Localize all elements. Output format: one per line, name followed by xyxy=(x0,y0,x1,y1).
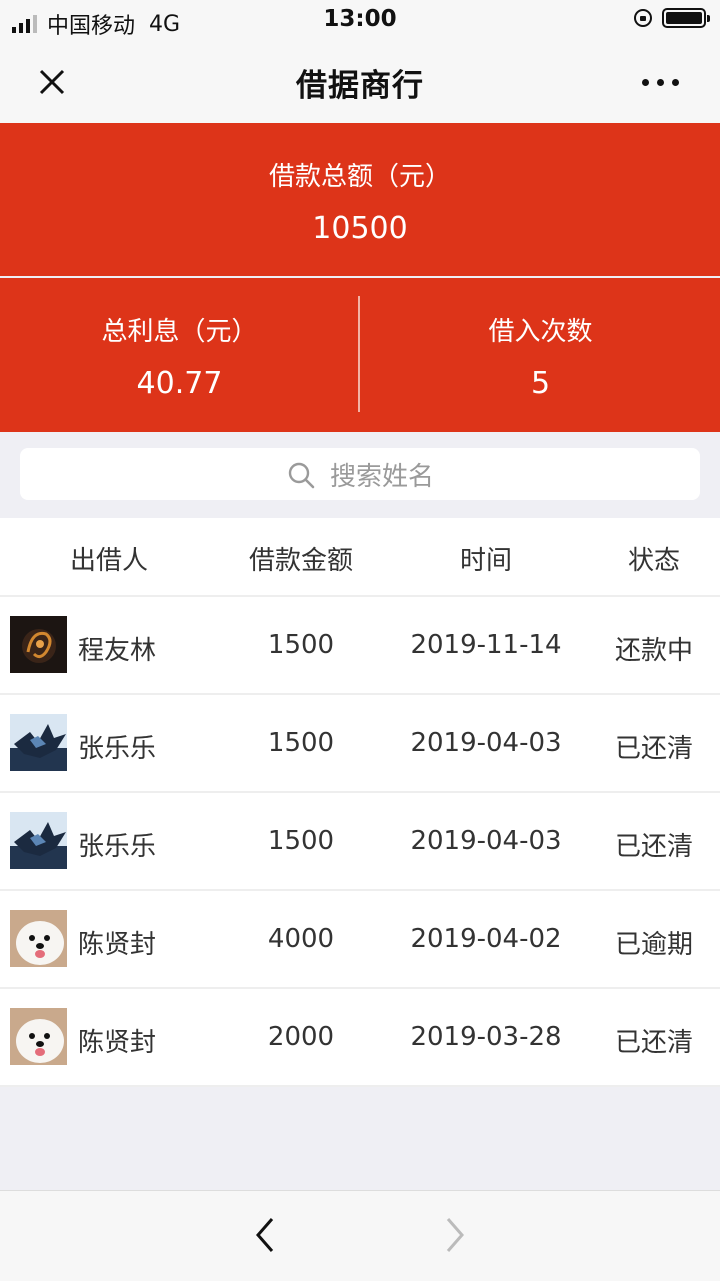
battery-icon xyxy=(662,8,710,28)
interest-stat: 总利息（元） 40.77 xyxy=(0,278,359,432)
table-row[interactable]: 张乐乐 1500 2019-04-03 已还清 xyxy=(0,695,720,793)
loan-amount: 2000 xyxy=(267,1022,335,1052)
loan-amount: 1500 xyxy=(267,728,335,758)
loan-status: 还款中 xyxy=(614,636,693,666)
status-right xyxy=(634,8,710,28)
total-loan-label: 借款总额（元） xyxy=(268,162,451,192)
stats-divider xyxy=(358,296,360,412)
back-arrow-icon[interactable] xyxy=(250,1215,280,1255)
blue-bird-avatar xyxy=(10,714,67,771)
loan-date: 2019-04-03 xyxy=(410,728,562,758)
nav-bar: 借据商行 xyxy=(0,40,720,123)
header-lender: 出借人 xyxy=(69,546,148,576)
loan-status: 已逾期 xyxy=(614,930,693,960)
loan-date: 2019-03-28 xyxy=(410,1022,562,1052)
table-row[interactable]: 张乐乐 1500 2019-04-03 已还清 xyxy=(0,793,720,891)
white-dog-avatar xyxy=(10,1008,67,1065)
stats-panel: 总利息（元） 40.77 借入次数 5 xyxy=(0,278,720,432)
interest-label: 总利息（元） xyxy=(101,317,258,347)
loan-date: 2019-04-03 xyxy=(410,826,562,856)
status-bar: 中国移动 4G 13:00 xyxy=(0,0,720,40)
loan-status: 已还清 xyxy=(614,832,693,862)
interest-value: 40.77 xyxy=(136,366,223,401)
search-placeholder: 搜索姓名 xyxy=(329,462,434,492)
header-amount: 借款金额 xyxy=(248,546,353,576)
loan-date: 2019-11-14 xyxy=(410,630,562,660)
loan-status: 已还清 xyxy=(614,734,693,764)
search-icon xyxy=(288,462,315,488)
lender-name: 程友林 xyxy=(78,636,157,666)
borrow-count-label: 借入次数 xyxy=(488,317,593,347)
table-header: 出借人 借款金额 时间 状态 xyxy=(0,518,720,597)
status-time: 13:00 xyxy=(323,6,397,32)
forward-arrow-icon xyxy=(446,1218,464,1252)
rotation-lock-icon xyxy=(634,9,652,27)
more-icon[interactable] xyxy=(642,70,692,94)
borrow-count-stat: 借入次数 5 xyxy=(361,278,720,432)
loan-status: 已还清 xyxy=(614,1028,693,1058)
table-row[interactable]: 程友林 1500 2019-11-14 还款中 xyxy=(0,597,720,695)
browser-toolbar xyxy=(0,1190,720,1281)
lender-name: 陈贤封 xyxy=(78,1028,157,1058)
search-input[interactable]: 搜索姓名 xyxy=(20,448,700,500)
loan-amount: 1500 xyxy=(267,826,335,856)
table-row[interactable]: 陈贤封 4000 2019-04-02 已逾期 xyxy=(0,891,720,989)
lender-name: 张乐乐 xyxy=(78,832,157,862)
lender-name: 张乐乐 xyxy=(78,734,157,764)
lender-name: 陈贤封 xyxy=(78,930,157,960)
loan-amount: 1500 xyxy=(267,630,335,660)
table-row[interactable]: 陈贤封 2000 2019-03-28 已还清 xyxy=(0,989,720,1087)
header-time: 时间 xyxy=(459,546,512,576)
white-dog-avatar xyxy=(10,910,67,967)
loan-table: 出借人 借款金额 时间 状态 程友林 1500 2019-11-14 还款中 张… xyxy=(0,518,720,1087)
total-loan-value: 10500 xyxy=(312,211,408,246)
total-loan-panel: 借款总额（元） 10500 xyxy=(0,123,720,276)
loan-amount: 4000 xyxy=(267,924,335,954)
dark-dragon-avatar xyxy=(10,616,67,673)
borrow-count-value: 5 xyxy=(530,366,551,401)
loan-date: 2019-04-02 xyxy=(410,924,562,954)
blue-bird-avatar xyxy=(10,812,67,869)
header-status: 状态 xyxy=(627,546,680,576)
page-title: 借据商行 xyxy=(296,68,424,104)
